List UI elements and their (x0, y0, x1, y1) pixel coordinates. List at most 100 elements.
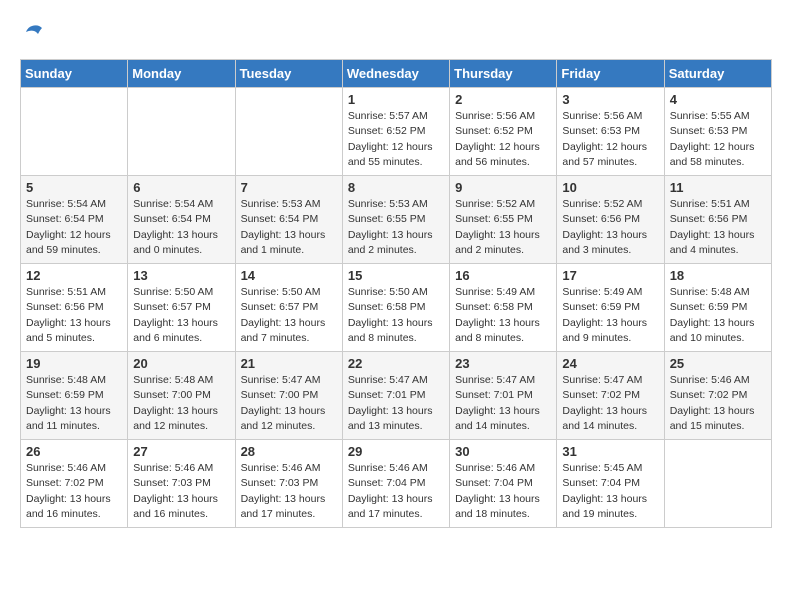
calendar-cell: 9 Sunrise: 5:52 AMSunset: 6:55 PMDaylight… (450, 176, 557, 264)
calendar-header-row: SundayMondayTuesdayWednesdayThursdayFrid… (21, 60, 772, 88)
calendar-cell: 29 Sunrise: 5:46 AMSunset: 7:04 PMDayligh… (342, 440, 449, 528)
cell-info: Sunrise: 5:46 AMSunset: 7:03 PMDaylight:… (133, 461, 229, 522)
cell-info: Sunrise: 5:54 AMSunset: 6:54 PMDaylight:… (133, 197, 229, 258)
cell-info: Sunrise: 5:47 AMSunset: 7:02 PMDaylight:… (562, 373, 658, 434)
cell-info: Sunrise: 5:50 AMSunset: 6:58 PMDaylight:… (348, 285, 444, 346)
calendar-cell: 18 Sunrise: 5:48 AMSunset: 6:59 PMDayligh… (664, 264, 771, 352)
week-row-1: 1 Sunrise: 5:57 AMSunset: 6:52 PMDaylight… (21, 88, 772, 176)
calendar-cell: 27 Sunrise: 5:46 AMSunset: 7:03 PMDayligh… (128, 440, 235, 528)
day-number: 12 (26, 268, 122, 283)
calendar-cell: 24 Sunrise: 5:47 AMSunset: 7:02 PMDayligh… (557, 352, 664, 440)
cell-info: Sunrise: 5:50 AMSunset: 6:57 PMDaylight:… (133, 285, 229, 346)
cell-info: Sunrise: 5:56 AMSunset: 6:52 PMDaylight:… (455, 109, 551, 170)
day-number: 19 (26, 356, 122, 371)
cell-info: Sunrise: 5:57 AMSunset: 6:52 PMDaylight:… (348, 109, 444, 170)
cell-info: Sunrise: 5:48 AMSunset: 6:59 PMDaylight:… (670, 285, 766, 346)
calendar-cell: 3 Sunrise: 5:56 AMSunset: 6:53 PMDaylight… (557, 88, 664, 176)
day-number: 20 (133, 356, 229, 371)
column-header-tuesday: Tuesday (235, 60, 342, 88)
day-number: 27 (133, 444, 229, 459)
cell-info: Sunrise: 5:56 AMSunset: 6:53 PMDaylight:… (562, 109, 658, 170)
cell-info: Sunrise: 5:49 AMSunset: 6:58 PMDaylight:… (455, 285, 551, 346)
day-number: 18 (670, 268, 766, 283)
day-number: 24 (562, 356, 658, 371)
cell-info: Sunrise: 5:46 AMSunset: 7:03 PMDaylight:… (241, 461, 337, 522)
cell-info: Sunrise: 5:53 AMSunset: 6:55 PMDaylight:… (348, 197, 444, 258)
day-number: 3 (562, 92, 658, 107)
day-number: 14 (241, 268, 337, 283)
day-number: 11 (670, 180, 766, 195)
calendar-cell: 23 Sunrise: 5:47 AMSunset: 7:01 PMDayligh… (450, 352, 557, 440)
calendar-cell: 4 Sunrise: 5:55 AMSunset: 6:53 PMDaylight… (664, 88, 771, 176)
calendar-cell: 12 Sunrise: 5:51 AMSunset: 6:56 PMDayligh… (21, 264, 128, 352)
week-row-2: 5 Sunrise: 5:54 AMSunset: 6:54 PMDaylight… (21, 176, 772, 264)
cell-info: Sunrise: 5:47 AMSunset: 7:00 PMDaylight:… (241, 373, 337, 434)
day-number: 21 (241, 356, 337, 371)
page-header (20, 20, 772, 49)
cell-info: Sunrise: 5:53 AMSunset: 6:54 PMDaylight:… (241, 197, 337, 258)
calendar-cell (21, 88, 128, 176)
calendar-table: SundayMondayTuesdayWednesdayThursdayFrid… (20, 59, 772, 528)
calendar-cell: 7 Sunrise: 5:53 AMSunset: 6:54 PMDaylight… (235, 176, 342, 264)
calendar-cell: 10Sunrise: 5:52 AMSunset: 6:56 PMDayligh… (557, 176, 664, 264)
calendar-cell: 20 Sunrise: 5:48 AMSunset: 7:00 PMDayligh… (128, 352, 235, 440)
calendar-cell: 16 Sunrise: 5:49 AMSunset: 6:58 PMDayligh… (450, 264, 557, 352)
cell-info: Sunrise: 5:45 AMSunset: 7:04 PMDaylight:… (562, 461, 658, 522)
day-number: 9 (455, 180, 551, 195)
week-row-4: 19 Sunrise: 5:48 AMSunset: 6:59 PMDayligh… (21, 352, 772, 440)
column-header-sunday: Sunday (21, 60, 128, 88)
cell-info: Sunrise: 5:52 AMSunset: 6:55 PMDaylight:… (455, 197, 551, 258)
day-number: 5 (26, 180, 122, 195)
calendar-cell: 11 Sunrise: 5:51 AMSunset: 6:56 PMDayligh… (664, 176, 771, 264)
column-header-monday: Monday (128, 60, 235, 88)
day-number: 8 (348, 180, 444, 195)
cell-info: Sunrise: 5:52 AMSunset: 6:56 PMDaylight:… (562, 197, 658, 258)
calendar-cell: 13 Sunrise: 5:50 AMSunset: 6:57 PMDayligh… (128, 264, 235, 352)
calendar-cell: 1 Sunrise: 5:57 AMSunset: 6:52 PMDaylight… (342, 88, 449, 176)
calendar-cell: 19 Sunrise: 5:48 AMSunset: 6:59 PMDayligh… (21, 352, 128, 440)
calendar-cell: 6 Sunrise: 5:54 AMSunset: 6:54 PMDaylight… (128, 176, 235, 264)
day-number: 6 (133, 180, 229, 195)
calendar-cell: 17Sunrise: 5:49 AMSunset: 6:59 PMDayligh… (557, 264, 664, 352)
day-number: 16 (455, 268, 551, 283)
day-number: 15 (348, 268, 444, 283)
cell-info: Sunrise: 5:47 AMSunset: 7:01 PMDaylight:… (348, 373, 444, 434)
calendar-cell: 8 Sunrise: 5:53 AMSunset: 6:55 PMDaylight… (342, 176, 449, 264)
column-header-friday: Friday (557, 60, 664, 88)
column-header-saturday: Saturday (664, 60, 771, 88)
calendar-cell: 31 Sunrise: 5:45 AMSunset: 7:04 PMDayligh… (557, 440, 664, 528)
calendar-cell: 22 Sunrise: 5:47 AMSunset: 7:01 PMDayligh… (342, 352, 449, 440)
cell-info: Sunrise: 5:48 AMSunset: 7:00 PMDaylight:… (133, 373, 229, 434)
cell-info: Sunrise: 5:51 AMSunset: 6:56 PMDaylight:… (670, 197, 766, 258)
cell-info: Sunrise: 5:48 AMSunset: 6:59 PMDaylight:… (26, 373, 122, 434)
cell-info: Sunrise: 5:46 AMSunset: 7:02 PMDaylight:… (26, 461, 122, 522)
cell-info: Sunrise: 5:55 AMSunset: 6:53 PMDaylight:… (670, 109, 766, 170)
column-header-wednesday: Wednesday (342, 60, 449, 88)
column-header-thursday: Thursday (450, 60, 557, 88)
calendar-cell: 15 Sunrise: 5:50 AMSunset: 6:58 PMDayligh… (342, 264, 449, 352)
cell-info: Sunrise: 5:51 AMSunset: 6:56 PMDaylight:… (26, 285, 122, 346)
day-number: 25 (670, 356, 766, 371)
cell-info: Sunrise: 5:46 AMSunset: 7:04 PMDaylight:… (348, 461, 444, 522)
logo-bird-icon (22, 20, 46, 44)
day-number: 1 (348, 92, 444, 107)
day-number: 13 (133, 268, 229, 283)
calendar-cell: 28 Sunrise: 5:46 AMSunset: 7:03 PMDayligh… (235, 440, 342, 528)
calendar-cell: 2Sunrise: 5:56 AMSunset: 6:52 PMDaylight… (450, 88, 557, 176)
day-number: 28 (241, 444, 337, 459)
day-number: 23 (455, 356, 551, 371)
cell-info: Sunrise: 5:54 AMSunset: 6:54 PMDaylight:… (26, 197, 122, 258)
day-number: 26 (26, 444, 122, 459)
day-number: 17 (562, 268, 658, 283)
day-number: 7 (241, 180, 337, 195)
calendar-cell (664, 440, 771, 528)
cell-info: Sunrise: 5:46 AMSunset: 7:02 PMDaylight:… (670, 373, 766, 434)
cell-info: Sunrise: 5:47 AMSunset: 7:01 PMDaylight:… (455, 373, 551, 434)
day-number: 29 (348, 444, 444, 459)
day-number: 22 (348, 356, 444, 371)
day-number: 4 (670, 92, 766, 107)
day-number: 31 (562, 444, 658, 459)
calendar-cell: 14Sunrise: 5:50 AMSunset: 6:57 PMDayligh… (235, 264, 342, 352)
cell-info: Sunrise: 5:46 AMSunset: 7:04 PMDaylight:… (455, 461, 551, 522)
calendar-cell: 25 Sunrise: 5:46 AMSunset: 7:02 PMDayligh… (664, 352, 771, 440)
